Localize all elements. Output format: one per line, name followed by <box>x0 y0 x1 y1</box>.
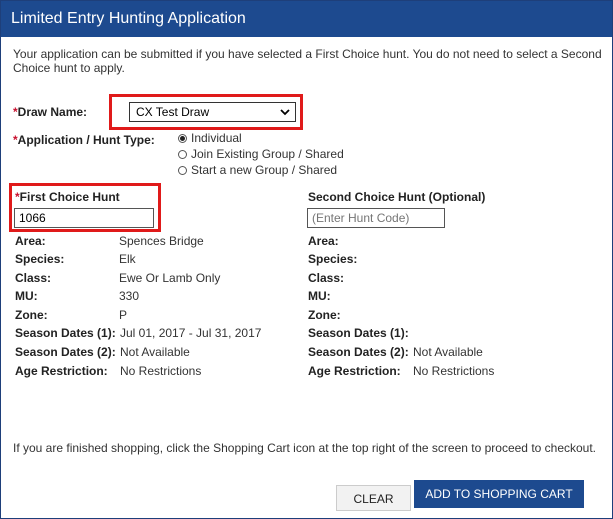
detail-label: Season Dates (1): <box>15 326 116 340</box>
hunt-type-label: *Application / Hunt Type: <box>13 133 155 147</box>
detail-value: 330 <box>119 289 140 303</box>
detail-value: No Restrictions <box>120 364 202 378</box>
radio-individual-label: Individual <box>191 131 242 145</box>
detail-label: Species: <box>308 252 358 266</box>
detail-value: P <box>119 308 128 322</box>
detail-label: Season Dates (2): <box>308 345 409 359</box>
first-choice-highlight <box>9 183 161 232</box>
radio-join-group[interactable]: Join Existing Group / Shared <box>178 147 344 161</box>
detail-label: Area: <box>308 234 339 248</box>
footer-note: If you are finished shopping, click the … <box>13 441 597 455</box>
detail-label: Season Dates (1): <box>308 326 409 340</box>
detail-label: MU: <box>308 289 331 303</box>
detail-label: Class: <box>15 271 52 285</box>
radio-unchecked-icon[interactable] <box>178 149 187 159</box>
detail-label: MU: <box>15 289 38 303</box>
detail-label: Age Restriction: <box>15 364 108 378</box>
second-choice-hunt-input[interactable] <box>307 208 445 228</box>
draw-name-highlight <box>109 94 303 130</box>
detail-value: No Restrictions <box>413 364 495 378</box>
draw-name-label: *Draw Name: <box>13 105 87 119</box>
radio-join-group-label: Join Existing Group / Shared <box>191 147 344 161</box>
draw-name-label-text: Draw Name: <box>17 105 88 119</box>
detail-label: Class: <box>308 271 345 285</box>
page-title: Limited Entry Hunting Application <box>11 10 246 27</box>
detail-value: Elk <box>119 252 136 266</box>
panel-header: Limited Entry Hunting Application <box>1 1 612 37</box>
intro-text: Your application can be submitted if you… <box>13 47 602 75</box>
detail-label: Age Restriction: <box>308 364 401 378</box>
add-to-cart-button[interactable]: ADD TO SHOPPING CART <box>414 480 584 508</box>
detail-label: Zone: <box>308 308 341 322</box>
detail-label: Species: <box>15 252 65 266</box>
detail-value: Spences Bridge <box>119 234 204 248</box>
radio-checked-icon[interactable] <box>178 133 187 143</box>
radio-new-group-label: Start a new Group / Shared <box>191 163 338 177</box>
radio-unchecked-icon[interactable] <box>178 165 187 175</box>
detail-label: Season Dates (2): <box>15 345 116 359</box>
radio-individual[interactable]: Individual <box>178 131 242 145</box>
detail-value: Not Available <box>413 345 483 359</box>
detail-label: Area: <box>15 234 46 248</box>
detail-value: Not Available <box>120 345 190 359</box>
detail-value: Jul 01, 2017 - Jul 31, 2017 <box>120 326 262 340</box>
detail-label: Zone: <box>15 308 48 322</box>
clear-button[interactable]: CLEAR <box>336 485 411 511</box>
application-panel: Limited Entry Hunting Application Your a… <box>0 0 613 519</box>
detail-value: Ewe Or Lamb Only <box>119 271 221 285</box>
hunt-type-label-text: Application / Hunt Type: <box>17 133 155 147</box>
second-choice-label: Second Choice Hunt (Optional) <box>308 190 486 204</box>
radio-new-group[interactable]: Start a new Group / Shared <box>178 163 337 177</box>
